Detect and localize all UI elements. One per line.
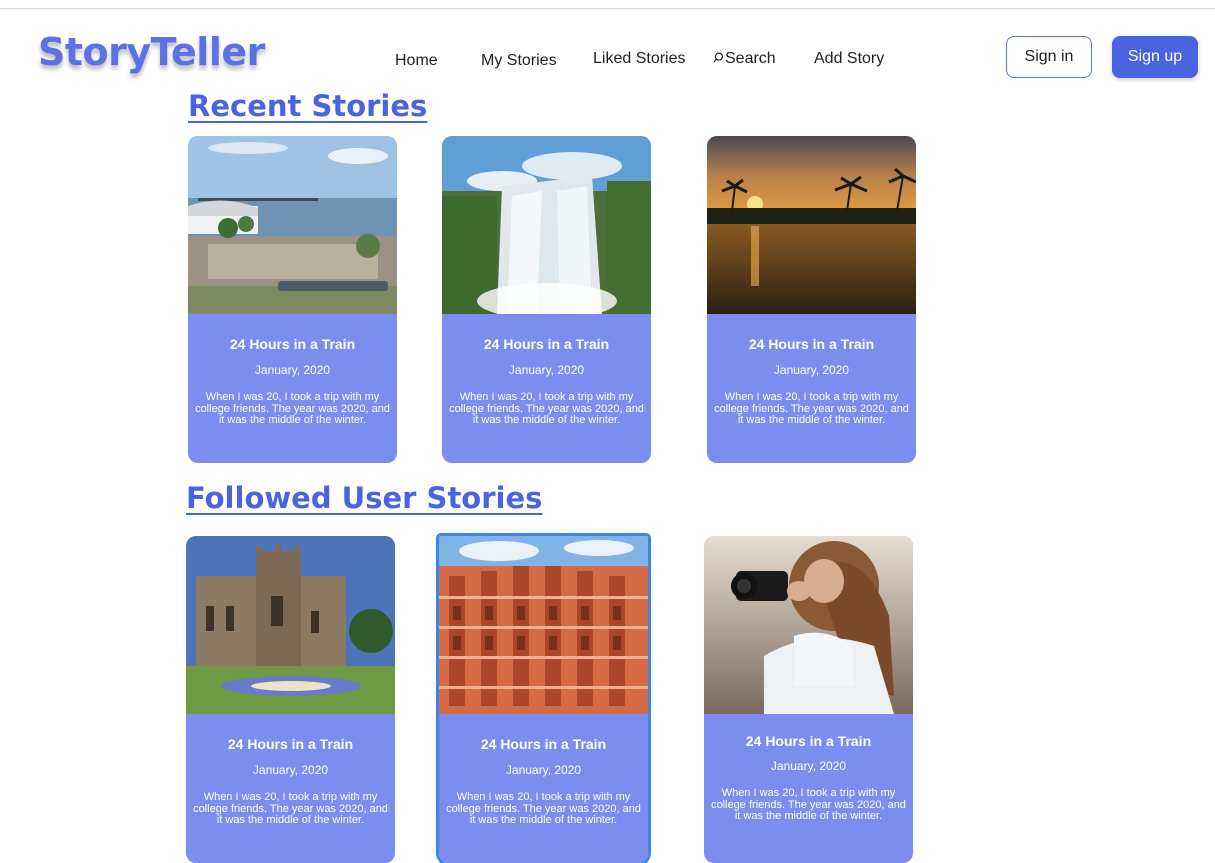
story-title: 24 Hours in a Train — [229, 336, 356, 352]
story-excerpt: When I was 20, I took a trip with my col… — [195, 391, 390, 426]
story-image-sunset — [707, 136, 916, 314]
sign-up-button[interactable]: Sign up — [1112, 36, 1198, 78]
search-icon — [713, 50, 724, 63]
top-divider — [0, 8, 1215, 9]
nav-liked-stories[interactable]: Liked Stories — [593, 50, 686, 68]
story-date: January, 2020 — [505, 763, 582, 777]
story-image-cathedral — [186, 536, 395, 714]
story-date: January, 2020 — [508, 363, 585, 377]
story-title: 24 Hours in a Train — [745, 733, 872, 749]
brand-logo[interactable]: StoryTeller — [38, 30, 265, 74]
story-card[interactable]: 24 Hours in a Train January, 2020 When I… — [188, 136, 397, 463]
story-card[interactable]: 24 Hours in a Train January, 2020 When I… — [186, 536, 395, 863]
story-image-waterfront — [188, 136, 397, 314]
story-date: January, 2020 — [252, 763, 329, 777]
story-excerpt: When I was 20, I took a trip with my col… — [711, 787, 906, 822]
story-excerpt: When I was 20, I took a trip with my col… — [449, 391, 644, 426]
story-excerpt: When I was 20, I took a trip with my col… — [714, 391, 909, 426]
followed-stories-heading[interactable]: Followed User Stories — [186, 481, 542, 515]
story-date: January, 2020 — [770, 759, 847, 773]
nav-search[interactable]: Search — [713, 50, 776, 68]
story-date: January, 2020 — [773, 363, 850, 377]
story-title: 24 Hours in a Train — [480, 736, 607, 752]
nav-search-label: Search — [725, 50, 776, 67]
story-image-photographer — [704, 536, 913, 714]
story-card[interactable]: 24 Hours in a Train January, 2020 When I… — [707, 136, 916, 463]
story-date: January, 2020 — [254, 363, 331, 377]
nav-add-story[interactable]: Add Story — [814, 50, 884, 68]
story-image-palace — [439, 536, 648, 714]
nav-home[interactable]: Home — [395, 52, 438, 70]
nav-my-stories[interactable]: My Stories — [481, 52, 557, 70]
sign-in-button[interactable]: Sign in — [1006, 36, 1092, 78]
story-card-selected[interactable]: 24 Hours in a Train January, 2020 When I… — [436, 533, 651, 863]
recent-stories-heading[interactable]: Recent Stories — [188, 89, 427, 123]
story-excerpt: When I was 20, I took a trip with my col… — [446, 791, 641, 826]
story-title: 24 Hours in a Train — [227, 736, 354, 752]
story-image-waterfall — [442, 136, 651, 314]
story-title: 24 Hours in a Train — [483, 336, 610, 352]
story-excerpt: When I was 20, I took a trip with my col… — [193, 791, 388, 826]
story-title: 24 Hours in a Train — [748, 336, 875, 352]
story-card[interactable]: 24 Hours in a Train January, 2020 When I… — [442, 136, 651, 463]
story-card[interactable]: 24 Hours in a Train January, 2020 When I… — [704, 536, 913, 863]
